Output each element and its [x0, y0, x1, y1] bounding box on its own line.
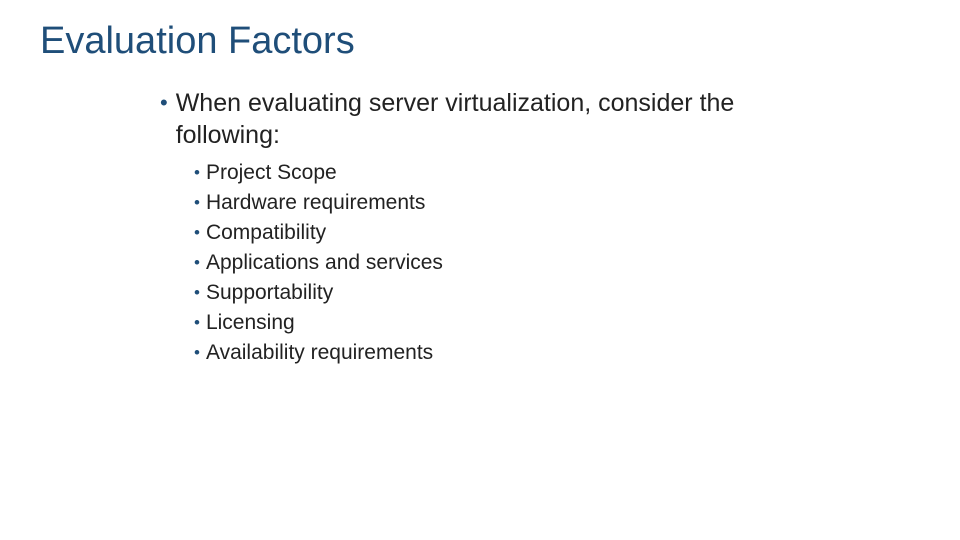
- bullet-dot-icon: •: [160, 87, 168, 119]
- list-item: • Project Scope: [194, 159, 920, 187]
- bullet-dot-icon: •: [194, 279, 200, 307]
- sub-bullet-text: Project Scope: [206, 159, 337, 187]
- sub-bullet-list: • Project Scope • Hardware requirements …: [160, 159, 920, 367]
- sub-bullet-text: Compatibility: [206, 219, 326, 247]
- sub-bullet-text: Applications and services: [206, 249, 443, 277]
- list-item: • Hardware requirements: [194, 189, 920, 217]
- list-item: • Applications and services: [194, 249, 920, 277]
- bullet-dot-icon: •: [194, 219, 200, 247]
- list-item: • Availability requirements: [194, 339, 920, 367]
- main-bullet: • When evaluating server virtualization,…: [160, 87, 920, 151]
- bullet-dot-icon: •: [194, 189, 200, 217]
- sub-bullet-text: Availability requirements: [206, 339, 433, 367]
- main-bullet-text: When evaluating server virtualization, c…: [176, 87, 776, 151]
- list-item: • Supportability: [194, 279, 920, 307]
- slide-content: • When evaluating server virtualization,…: [40, 87, 920, 367]
- bullet-dot-icon: •: [194, 339, 200, 367]
- slide-title: Evaluation Factors: [40, 20, 920, 63]
- bullet-dot-icon: •: [194, 309, 200, 337]
- sub-bullet-text: Licensing: [206, 309, 295, 337]
- bullet-dot-icon: •: [194, 159, 200, 187]
- bullet-dot-icon: •: [194, 249, 200, 277]
- list-item: • Compatibility: [194, 219, 920, 247]
- sub-bullet-text: Supportability: [206, 279, 333, 307]
- slide: Evaluation Factors • When evaluating ser…: [0, 0, 960, 540]
- sub-bullet-text: Hardware requirements: [206, 189, 425, 217]
- list-item: • Licensing: [194, 309, 920, 337]
